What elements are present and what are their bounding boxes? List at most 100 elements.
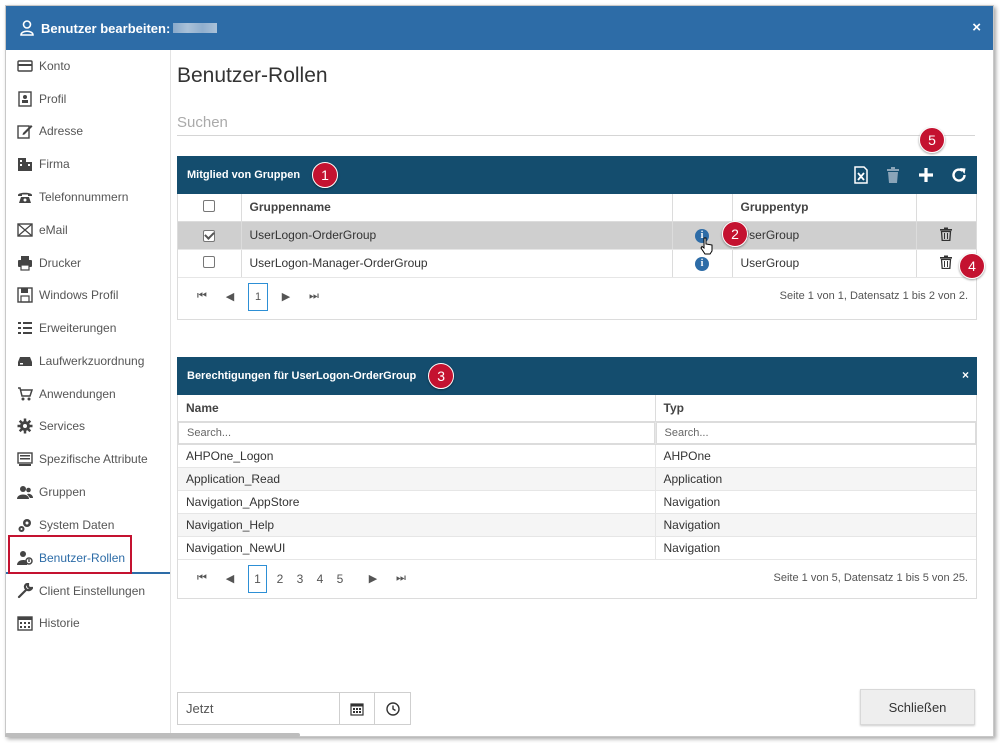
- pager-info: Seite 1 von 1, Datensatz 1 bis 2 von 2.: [779, 289, 968, 302]
- sidebar-item-label: Spezifische Attribute: [39, 452, 148, 466]
- table-row[interactable]: UserLogon-Manager-OrderGroup i UserGroup: [178, 249, 976, 278]
- groups-pager: ⏮ ◀ 1 ▶ ⏭ Seite 1 von 1, Datensatz 1 bis…: [178, 278, 976, 316]
- row-checkbox-cell: [178, 221, 242, 250]
- redacted-username: [173, 23, 218, 33]
- export-excel-icon[interactable]: [851, 165, 871, 185]
- pager-page-button[interactable]: 3: [293, 566, 307, 592]
- pager-last-button[interactable]: ⏭: [304, 284, 324, 310]
- sidebar-item-email[interactable]: eMail: [6, 216, 170, 244]
- sidebar-item-label: Profil: [39, 92, 67, 106]
- sidebar-item-telefonnummern[interactable]: Telefonnummern: [6, 183, 170, 211]
- sidebar-item-label: Laufwerkzuordnung: [39, 354, 145, 368]
- pager-next-button[interactable]: ▶: [276, 284, 296, 310]
- name-filter-input[interactable]: [178, 421, 655, 444]
- permissions-panel-body: Name Typ AHPOne_LogonAHPOne Application_…: [177, 395, 977, 599]
- table-row[interactable]: Application_Read Application: [178, 467, 976, 491]
- floppy-icon: [16, 287, 33, 303]
- sidebar-item-laufwerkzuordnung[interactable]: Laufwerkzuordnung: [6, 347, 170, 375]
- permissions-pager: ⏮ ◀ 1 2 3 4 5 ▶ ⏭ Seite 1 von 5, Datensa…: [178, 560, 976, 598]
- pager-next-button[interactable]: ▶: [363, 566, 383, 592]
- pager-first-button[interactable]: ⏮: [192, 566, 212, 592]
- trash-icon[interactable]: [939, 255, 953, 272]
- column-header-name[interactable]: Name: [178, 395, 656, 422]
- sidebar-item-system-daten[interactable]: System Daten: [6, 511, 170, 539]
- gear-icon: [16, 418, 33, 434]
- sidebar-item-firma[interactable]: Firma: [6, 150, 170, 178]
- permission-name-cell: Navigation_Help: [178, 513, 656, 537]
- horizontal-scrollbar[interactable]: [5, 733, 300, 737]
- sidebar-item-label: Historie: [39, 616, 80, 630]
- table-header-row: Name Typ: [178, 395, 976, 422]
- sidebar-item-gruppen[interactable]: Gruppen: [6, 478, 170, 506]
- row-checkbox[interactable]: [203, 255, 216, 268]
- user-role-icon: [16, 550, 33, 566]
- pager-page-button[interactable]: 5: [333, 566, 347, 592]
- profile-card-icon: [16, 91, 33, 107]
- add-icon[interactable]: [916, 165, 936, 185]
- wrench-icon: [16, 583, 33, 599]
- sidebar-item-erweiterungen[interactable]: Erweiterungen: [6, 314, 170, 342]
- column-header-info: [672, 194, 733, 222]
- close-button[interactable]: Schließen: [860, 689, 975, 725]
- calendar-button[interactable]: [340, 693, 375, 724]
- group-name-cell: UserLogon-OrderGroup: [241, 221, 673, 250]
- pager-first-button[interactable]: ⏮: [192, 284, 212, 310]
- table-row[interactable]: Navigation_Help Navigation: [178, 513, 976, 537]
- column-header-gruppenname[interactable]: Gruppenname: [241, 194, 673, 222]
- sidebar-item-spezifische-attribute[interactable]: Spezifische Attribute: [6, 445, 170, 473]
- credit-card-icon: [16, 58, 33, 74]
- pager-page-button[interactable]: 1: [248, 282, 268, 311]
- callout-badge-3: 3: [428, 363, 455, 389]
- info-icon[interactable]: i: [695, 256, 709, 271]
- pager-prev-button[interactable]: ◀: [220, 284, 240, 310]
- clock-icon: [385, 701, 400, 716]
- permission-type-cell: Application: [655, 467, 976, 491]
- sidebar-item-anwendungen[interactable]: Anwendungen: [6, 380, 170, 408]
- date-input[interactable]: [178, 693, 340, 724]
- refresh-icon[interactable]: [949, 165, 969, 185]
- pager-page-button[interactable]: 4: [313, 566, 327, 592]
- envelope-icon: [16, 222, 33, 238]
- sidebar-item-profil[interactable]: Profil: [6, 85, 170, 113]
- building-icon: [16, 156, 33, 172]
- groups-panel-header: Mitglied von Gruppen 1: [177, 156, 977, 194]
- column-header-typ[interactable]: Typ: [655, 395, 976, 422]
- calendar-icon: [16, 615, 33, 631]
- time-button[interactable]: [375, 693, 410, 724]
- table-row[interactable]: AHPOne_Logon AHPOne: [178, 444, 976, 468]
- pager-page-button[interactable]: 1: [248, 564, 267, 593]
- sidebar-item-label: Firma: [39, 157, 70, 171]
- table-row[interactable]: Navigation_NewUI Navigation: [178, 536, 976, 560]
- dialog-title: Benutzer bearbeiten:: [41, 20, 171, 36]
- trash-icon[interactable]: [939, 227, 953, 244]
- permission-type-cell: AHPOne: [655, 444, 976, 468]
- pager-page-button[interactable]: 2: [273, 566, 287, 592]
- edit-icon: [16, 123, 33, 139]
- table-row[interactable]: Navigation_AppStore Navigation: [178, 490, 976, 514]
- sidebar-item-drucker[interactable]: Drucker: [6, 249, 170, 277]
- select-all-checkbox[interactable]: [203, 199, 216, 212]
- page-title: Benutzer-Rollen: [177, 64, 328, 87]
- filter-row: [178, 421, 976, 445]
- type-filter-input[interactable]: [655, 421, 976, 444]
- callout-badge-1: 1: [312, 162, 339, 188]
- delete-selected-icon[interactable]: [883, 165, 903, 185]
- sidebar-item-adresse[interactable]: Adresse: [6, 117, 170, 145]
- sidebar-item-services[interactable]: Services: [6, 412, 170, 440]
- sidebar-item-windows-profil[interactable]: Windows Profil: [6, 281, 170, 309]
- column-header-gruppentyp[interactable]: Gruppentyp: [732, 194, 917, 222]
- sidebar: Konto Profil Adresse Firma Telefonnummer…: [6, 50, 171, 736]
- sidebar-item-konto[interactable]: Konto: [6, 52, 170, 80]
- pager-prev-button[interactable]: ◀: [220, 566, 240, 592]
- search-input[interactable]: [177, 110, 975, 136]
- dialog-close-button[interactable]: ×: [972, 19, 981, 36]
- sidebar-item-client-einstellungen[interactable]: Client Einstellungen: [6, 577, 170, 605]
- pager-last-button[interactable]: ⏭: [391, 566, 411, 592]
- table-row[interactable]: UserLogon-OrderGroup i UserGroup: [178, 221, 976, 250]
- permissions-close-icon[interactable]: ×: [962, 368, 969, 382]
- gears-icon: [16, 517, 33, 533]
- row-checkbox[interactable]: [203, 230, 216, 242]
- sidebar-item-label: Gruppen: [39, 485, 86, 499]
- sidebar-item-benutzer-rollen[interactable]: Benutzer-Rollen: [6, 544, 170, 574]
- sidebar-item-historie[interactable]: Historie: [6, 609, 170, 637]
